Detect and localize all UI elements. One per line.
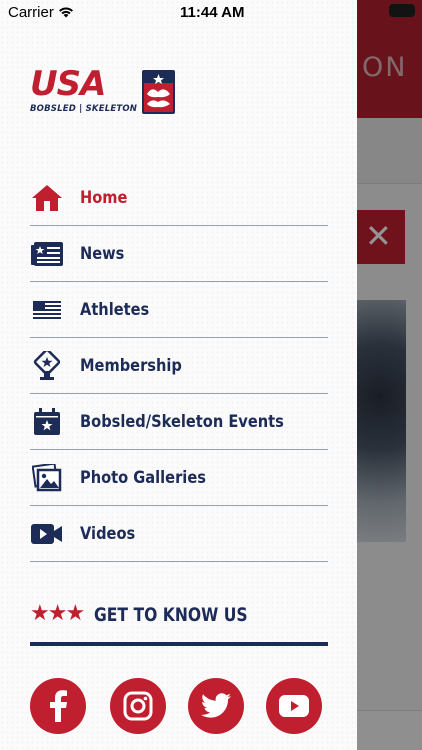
instagram-button[interactable] <box>110 678 166 734</box>
facebook-icon <box>50 690 67 722</box>
photo-gallery-icon <box>30 463 64 493</box>
nav-item-events[interactable]: Bobsled/Skeleton Events <box>30 394 328 450</box>
twitter-icon <box>201 693 231 718</box>
logo-text-usa: USA <box>30 64 106 104</box>
nav-item-membership[interactable]: Membership <box>30 338 328 394</box>
usa-bobsled-skeleton-logo[interactable]: USA BOBSLED | SKELETON <box>30 66 176 118</box>
video-camera-icon <box>30 519 64 549</box>
youtube-button[interactable] <box>266 678 322 734</box>
nav-label-photo-galleries: Photo Galleries <box>80 467 206 488</box>
nav-label-home: Home <box>80 187 128 208</box>
clock-time: 11:44 AM <box>180 4 245 21</box>
flag-icon <box>30 295 64 325</box>
logo-badge-icon <box>142 70 175 114</box>
side-drawer: USA BOBSLED | SKELETON Home News Athlete… <box>0 0 357 750</box>
facebook-button[interactable] <box>30 678 86 734</box>
social-links <box>30 678 328 734</box>
get-to-know-us-header: ★★★ GET TO KNOW US <box>30 600 328 646</box>
stars-icon: ★★★ <box>30 601 85 626</box>
nav-menu: Home News Athletes Membership Bobsled/Sk… <box>30 170 328 562</box>
wifi-icon <box>58 5 74 23</box>
nav-label-events: Bobsled/Skeleton Events <box>80 411 284 432</box>
carrier-label: Carrier <box>8 4 54 21</box>
nav-label-videos: Videos <box>80 523 136 544</box>
membership-badge-icon <box>30 350 64 381</box>
nav-item-photo-galleries[interactable]: Photo Galleries <box>30 450 328 506</box>
instagram-icon <box>123 691 153 721</box>
nav-item-videos[interactable]: Videos <box>30 506 328 562</box>
nav-item-athletes[interactable]: Athletes <box>30 282 328 338</box>
nav-label-membership: Membership <box>80 355 182 376</box>
nav-item-news[interactable]: News <box>30 226 328 282</box>
calendar-star-icon <box>30 407 64 437</box>
twitter-button[interactable] <box>188 678 244 734</box>
get-to-know-us-label: GET TO KNOW US <box>94 604 248 626</box>
nav-item-home[interactable]: Home <box>30 170 328 226</box>
logo-text-sub: BOBSLED | SKELETON <box>30 104 138 114</box>
status-bar: Carrier 11:44 AM <box>0 0 422 24</box>
house-icon <box>30 183 64 213</box>
newspaper-icon <box>30 239 64 269</box>
youtube-icon <box>279 695 309 717</box>
nav-label-athletes: Athletes <box>80 299 150 320</box>
nav-label-news: News <box>80 243 125 264</box>
